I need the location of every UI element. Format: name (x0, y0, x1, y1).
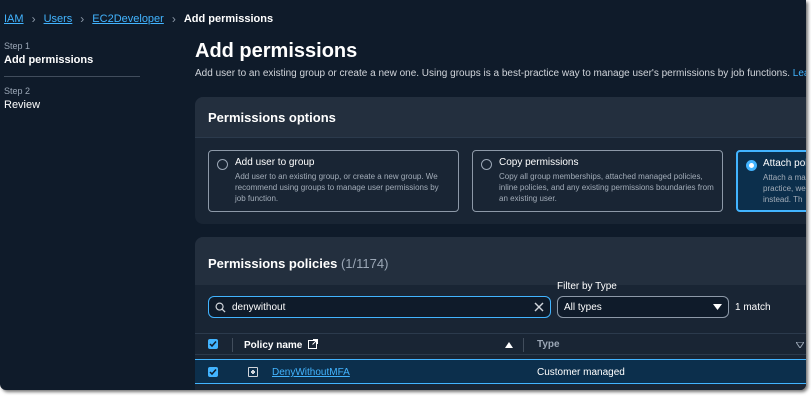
description-text: Add user to an existing group or create … (195, 68, 790, 79)
breadcrumb-link-iam[interactable]: IAM (4, 13, 24, 25)
column-header-policy-name[interactable]: Policy name (244, 339, 319, 351)
panel-title-text: Permissions policies (208, 256, 338, 271)
match-count: 1 match (735, 302, 771, 313)
search-input[interactable] (232, 301, 534, 313)
sort-icon[interactable] (796, 342, 804, 348)
step-label: Step 2 (4, 86, 31, 96)
panel-header: Permissions options (195, 97, 806, 138)
column-divider (232, 338, 233, 352)
search-icon (215, 302, 226, 313)
option-description: Attach a ma practice, we instead. Th (763, 173, 806, 204)
app-frame: IAM › Users › EC2Developer › Add permiss… (0, 0, 806, 390)
breadcrumb-link-user[interactable]: EC2Developer (92, 13, 164, 25)
step-2: Step 2 Review (4, 86, 142, 111)
external-link-icon (308, 339, 319, 349)
wizard-steps: Step 1 Add permissions Step 2 Review (4, 41, 142, 111)
radio-button-selected[interactable] (746, 160, 757, 171)
policy-type: Customer managed (537, 367, 625, 378)
type-filter-select[interactable]: All types (557, 296, 729, 318)
radio-button[interactable] (217, 159, 228, 170)
select-value: All types (564, 301, 602, 313)
option-copy-permissions[interactable]: Copy permissions Copy all group membersh… (472, 150, 723, 212)
step-1: Step 1 Add permissions (4, 41, 142, 66)
column-header-type[interactable]: Type (537, 339, 560, 350)
breadcrumb-current: Add permissions (183, 13, 274, 25)
column-divider (523, 338, 524, 352)
option-title: Add user to group (235, 157, 315, 168)
step-title: Add permissions (4, 54, 94, 66)
option-description: Add user to an existing group, or create… (235, 172, 439, 203)
check-icon (209, 369, 217, 376)
option-attach-policies[interactable]: Attach pol Attach a ma practice, we inst… (736, 150, 806, 212)
permissions-options-panel: Permissions options Add user to group Ad… (195, 97, 806, 224)
step-label: Step 1 (4, 41, 31, 51)
chevron-right-icon: › (171, 12, 176, 26)
step-divider (4, 76, 140, 77)
row-checkbox[interactable] (208, 367, 218, 377)
caret-down-icon (713, 304, 722, 310)
breadcrumb: IAM › Users › EC2Developer › Add permiss… (4, 11, 273, 27)
policy-name-link[interactable]: DenyWithoutMFA (272, 367, 350, 378)
permissions-policies-panel: Permissions policies (1/1174) Filter by … (195, 237, 806, 390)
panel-title: Permissions policies (1/1174) (208, 256, 388, 271)
option-description: Copy all group memberships, attached man… (499, 172, 714, 203)
option-title: Copy permissions (499, 157, 579, 168)
expand-icon[interactable] (248, 367, 258, 377)
filter-by-type-label: Filter by Type (557, 281, 617, 292)
select-all-checkbox[interactable] (208, 339, 218, 349)
panel-header: Permissions policies (1/1174) (195, 237, 806, 285)
chevron-right-icon: › (80, 12, 85, 26)
step-title[interactable]: Review (4, 99, 142, 111)
page-description: Add user to an existing group or create … (195, 68, 806, 79)
learn-more-link[interactable]: Learn mo (793, 68, 806, 79)
column-label: Policy name (244, 340, 303, 351)
check-icon (209, 341, 217, 348)
close-icon[interactable] (534, 302, 544, 312)
page-title: Add permissions (195, 40, 358, 62)
table-header: Policy name Type (195, 333, 806, 355)
radio-button[interactable] (481, 159, 492, 170)
policy-search[interactable] (208, 296, 551, 318)
panel-title: Permissions options (208, 109, 336, 125)
breadcrumb-link-users[interactable]: Users (44, 13, 73, 25)
option-title: Attach pol (763, 158, 806, 169)
table-row[interactable]: DenyWithoutMFA Customer managed (195, 359, 806, 384)
chevron-right-icon: › (31, 12, 36, 26)
option-add-user-to-group[interactable]: Add user to group Add user to an existin… (208, 150, 459, 212)
policy-count: (1/1174) (340, 256, 389, 271)
sort-ascending-icon[interactable] (505, 342, 513, 348)
